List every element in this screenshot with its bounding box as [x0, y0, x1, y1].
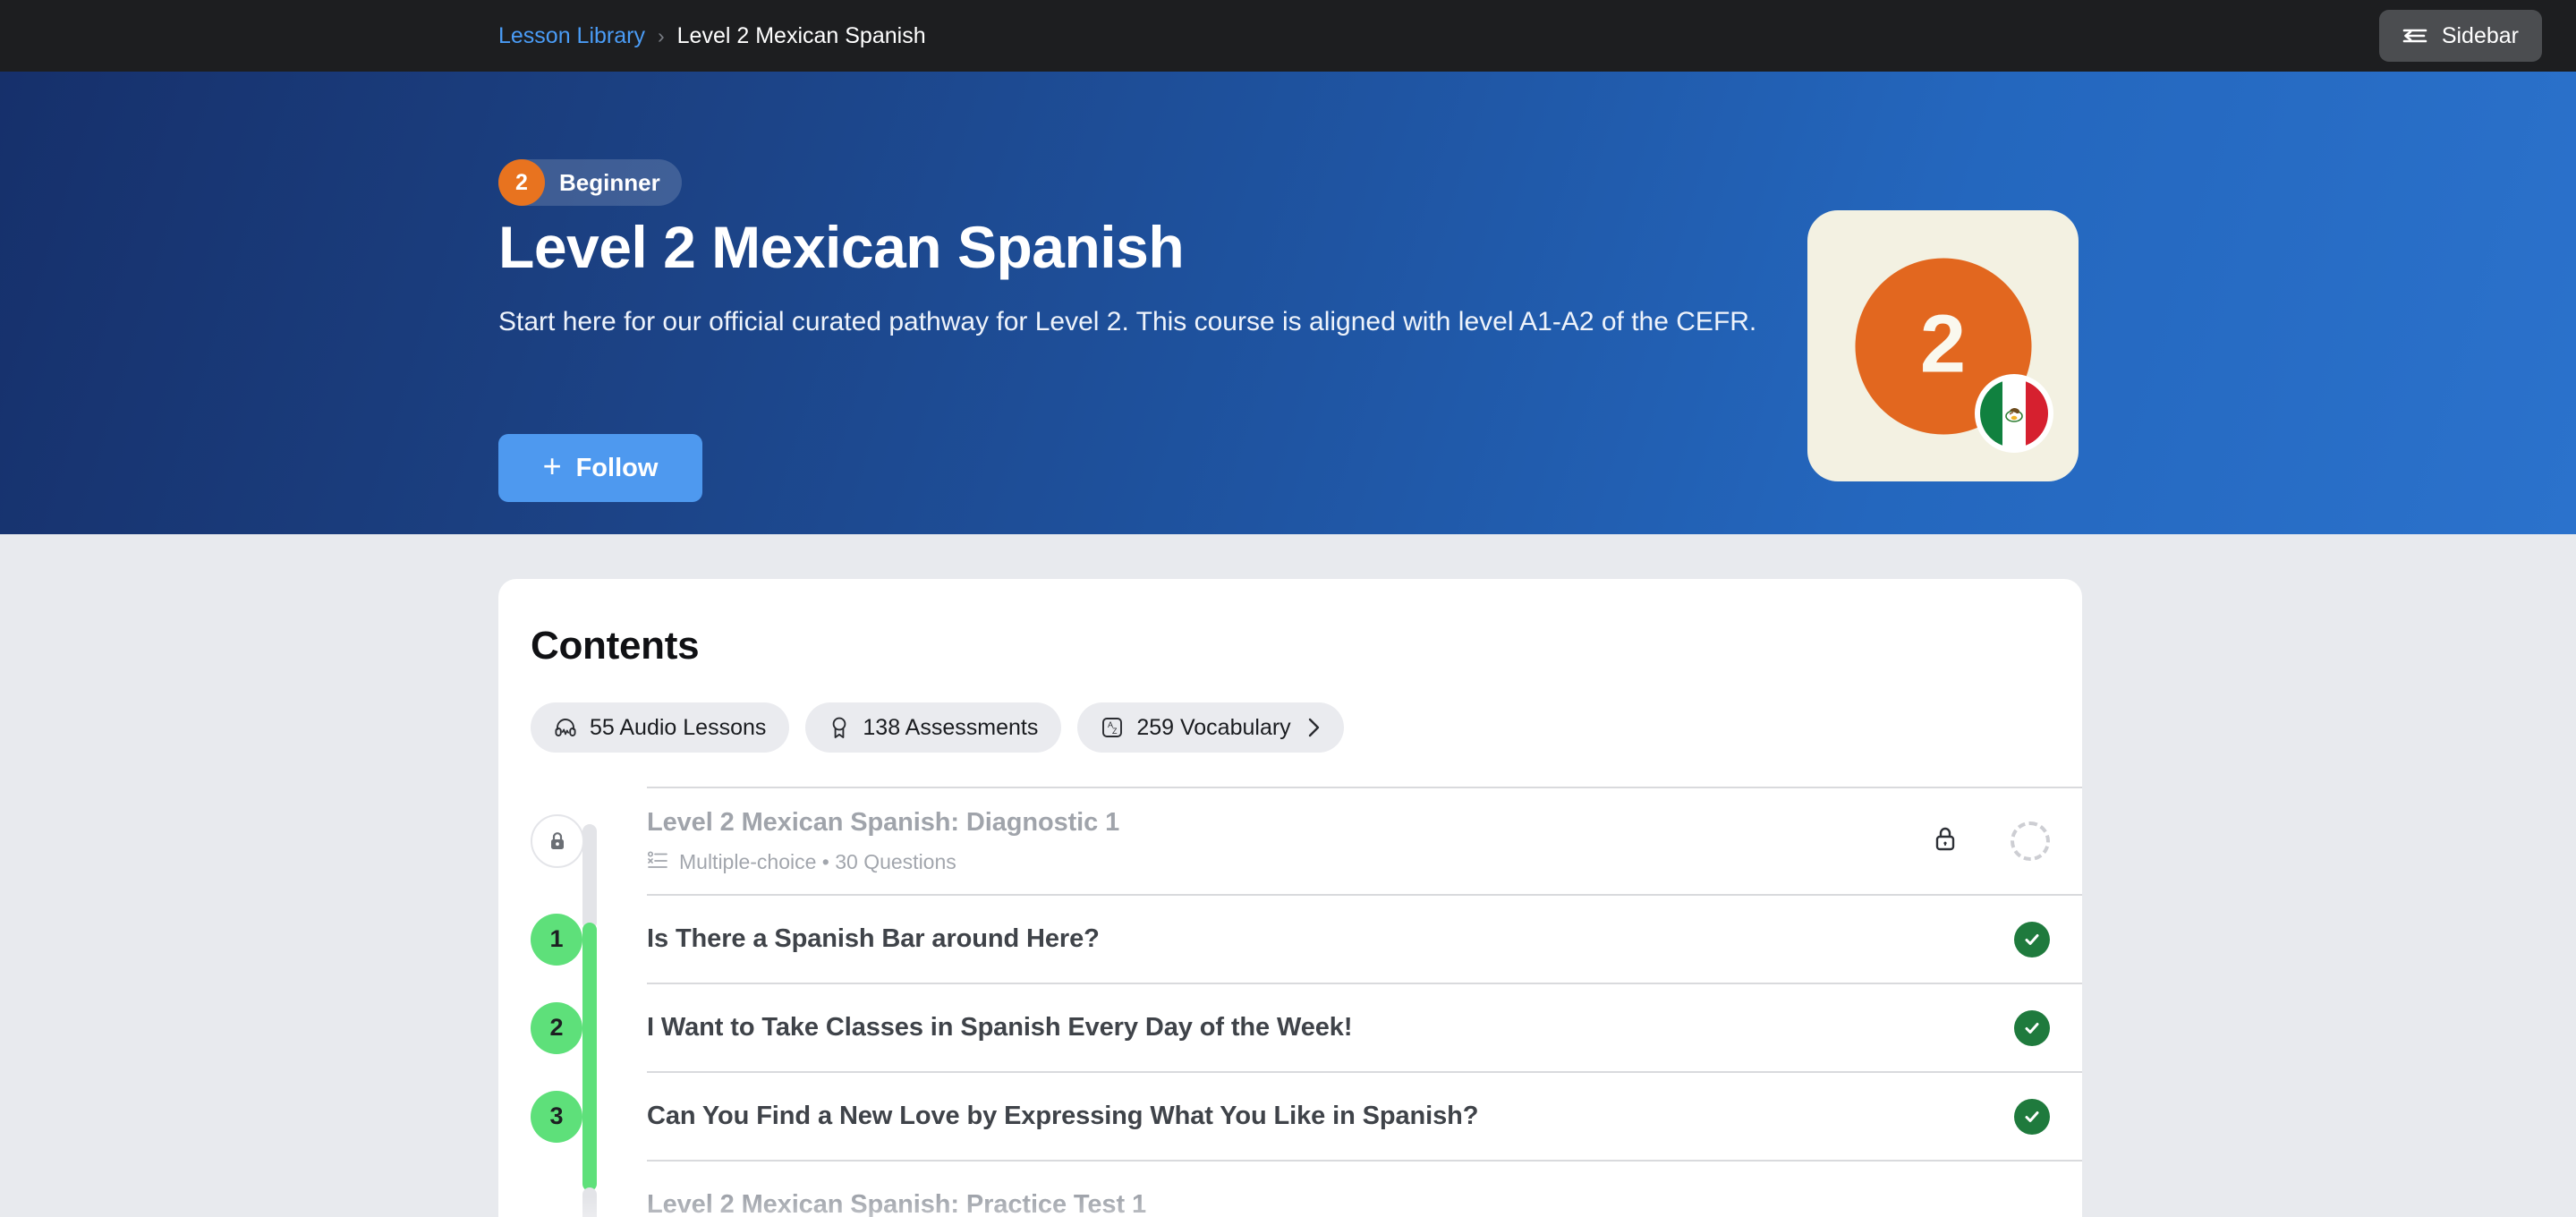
- lesson-number-node: 3: [531, 1090, 582, 1143]
- award-ribbon-icon: [829, 716, 850, 739]
- breadcrumb-current-page: Level 2 Mexican Spanish: [676, 22, 926, 48]
- lesson-row-main: I Want to Take Classes in Spanish Every …: [647, 1013, 1987, 1043]
- completed-check-icon: [2014, 1098, 2050, 1135]
- lesson-row-main: Can You Find a New Love by Expressing Wh…: [647, 1102, 1987, 1131]
- lesson-row-main: Level 2 Mexican Spanish: Practice Test 1: [647, 1190, 2050, 1217]
- lesson-title: Is There a Spanish Bar around Here?: [647, 924, 1100, 953]
- lesson-row-1[interactable]: 1 Is There a Spanish Bar around Here?: [531, 894, 2082, 983]
- course-artwork: 2: [1807, 210, 2079, 481]
- top-bar: Lesson Library › Level 2 Mexican Spanish…: [0, 0, 2576, 72]
- lesson-number-node: 2: [531, 1001, 582, 1054]
- main-content-area: Contents 55 Audio Lessons 138 Assessment…: [0, 534, 2576, 1217]
- contents-title: Contents: [531, 624, 700, 668]
- chevron-right-icon: ›: [657, 23, 665, 47]
- progress-rail: [582, 787, 597, 1217]
- lesson-row-2[interactable]: 2 I Want to Take Classes in Spanish Ever…: [531, 983, 2082, 1071]
- level-badge-number: 2: [498, 159, 545, 206]
- plus-icon: +: [542, 447, 562, 484]
- lesson-row-diagnostic[interactable]: Level 2 Mexican Spanish: Diagnostic 1 Mu…: [531, 787, 2082, 894]
- pill-vocabulary-label: 259 Vocabulary: [1136, 714, 1291, 740]
- breadcrumb: Lesson Library › Level 2 Mexican Spanish: [498, 0, 926, 72]
- contents-header: Contents 55 Audio Lessons 138 Assessment…: [498, 579, 2082, 753]
- page-title: Level 2 Mexican Spanish: [498, 214, 1185, 280]
- completed-check-icon: [2014, 921, 2050, 957]
- lesson-row-status: [1932, 821, 2050, 861]
- lesson-title: Level 2 Mexican Spanish: Practice Test 1: [647, 1190, 1146, 1217]
- pill-vocabulary[interactable]: A Z 259 Vocabulary: [1077, 702, 1344, 753]
- follow-button[interactable]: + Follow: [498, 434, 702, 502]
- breadcrumb-link-lesson-library[interactable]: Lesson Library: [498, 23, 645, 49]
- lesson-number: 2: [549, 1014, 564, 1041]
- chevron-right-icon: [1307, 717, 1321, 738]
- course-description: Start here for our official curated path…: [498, 307, 1757, 336]
- level-badge: 2 Beginner: [498, 159, 682, 206]
- svg-text:Z: Z: [1112, 727, 1118, 736]
- incomplete-status-icon: [2011, 821, 2050, 861]
- course-hero-banner: 2 Beginner Level 2 Mexican Spanish Start…: [0, 72, 2576, 534]
- pill-audio-lessons[interactable]: 55 Audio Lessons: [531, 702, 790, 753]
- contents-summary-pills: 55 Audio Lessons 138 Assessments A Z 259…: [531, 702, 2050, 753]
- headphones-icon: [554, 716, 577, 739]
- contents-card: Contents 55 Audio Lessons 138 Assessment…: [498, 579, 2082, 1217]
- lesson-number-node: 1: [531, 913, 582, 966]
- level-badge-label: Beginner: [559, 168, 660, 196]
- lesson-row-status: [2014, 1009, 2050, 1046]
- lesson-list: Level 2 Mexican Spanish: Diagnostic 1 Mu…: [498, 787, 2082, 1217]
- pill-audio-lessons-label: 55 Audio Lessons: [590, 714, 767, 740]
- lesson-row-3[interactable]: 3 Can You Find a New Love by Expressing …: [531, 1071, 2082, 1160]
- mexico-flag-icon: [1975, 374, 2053, 453]
- lock-node-icon: [531, 814, 584, 868]
- a-z-card-icon: A Z: [1101, 716, 1124, 739]
- lesson-row-practice-test[interactable]: Level 2 Mexican Spanish: Practice Test 1: [647, 1160, 2082, 1217]
- lesson-row-main: Is There a Spanish Bar around Here?: [647, 924, 1987, 954]
- lock-icon[interactable]: [1932, 824, 1959, 859]
- lesson-subtitle: Multiple-choice • 30 Questions: [647, 850, 1905, 875]
- follow-button-label: Follow: [575, 453, 659, 482]
- course-level-number: 2: [1919, 298, 1967, 390]
- completed-check-icon: [2014, 1009, 2050, 1046]
- lesson-row-status: [2014, 921, 2050, 957]
- lesson-title: I Want to Take Classes in Spanish Every …: [647, 1013, 1353, 1042]
- lesson-row-status: [2014, 1098, 2050, 1135]
- lesson-title: Level 2 Mexican Spanish: Diagnostic 1: [647, 807, 1120, 837]
- sidebar-toggle-button[interactable]: Sidebar: [2378, 10, 2542, 62]
- lesson-row-main: Level 2 Mexican Spanish: Diagnostic 1 Mu…: [647, 808, 1905, 875]
- lesson-subtitle-text: Multiple-choice • 30 Questions: [679, 850, 956, 873]
- lesson-number: 3: [549, 1102, 564, 1129]
- pill-assessments[interactable]: 138 Assessments: [805, 702, 1062, 753]
- sidebar-button-label: Sidebar: [2441, 22, 2519, 48]
- lesson-number: 1: [549, 925, 564, 952]
- pill-assessments-label: 138 Assessments: [863, 714, 1039, 740]
- sidebar-collapse-icon: [2402, 26, 2427, 46]
- lesson-title: Can You Find a New Love by Expressing Wh…: [647, 1102, 1479, 1130]
- list-checks-icon: [647, 850, 668, 875]
